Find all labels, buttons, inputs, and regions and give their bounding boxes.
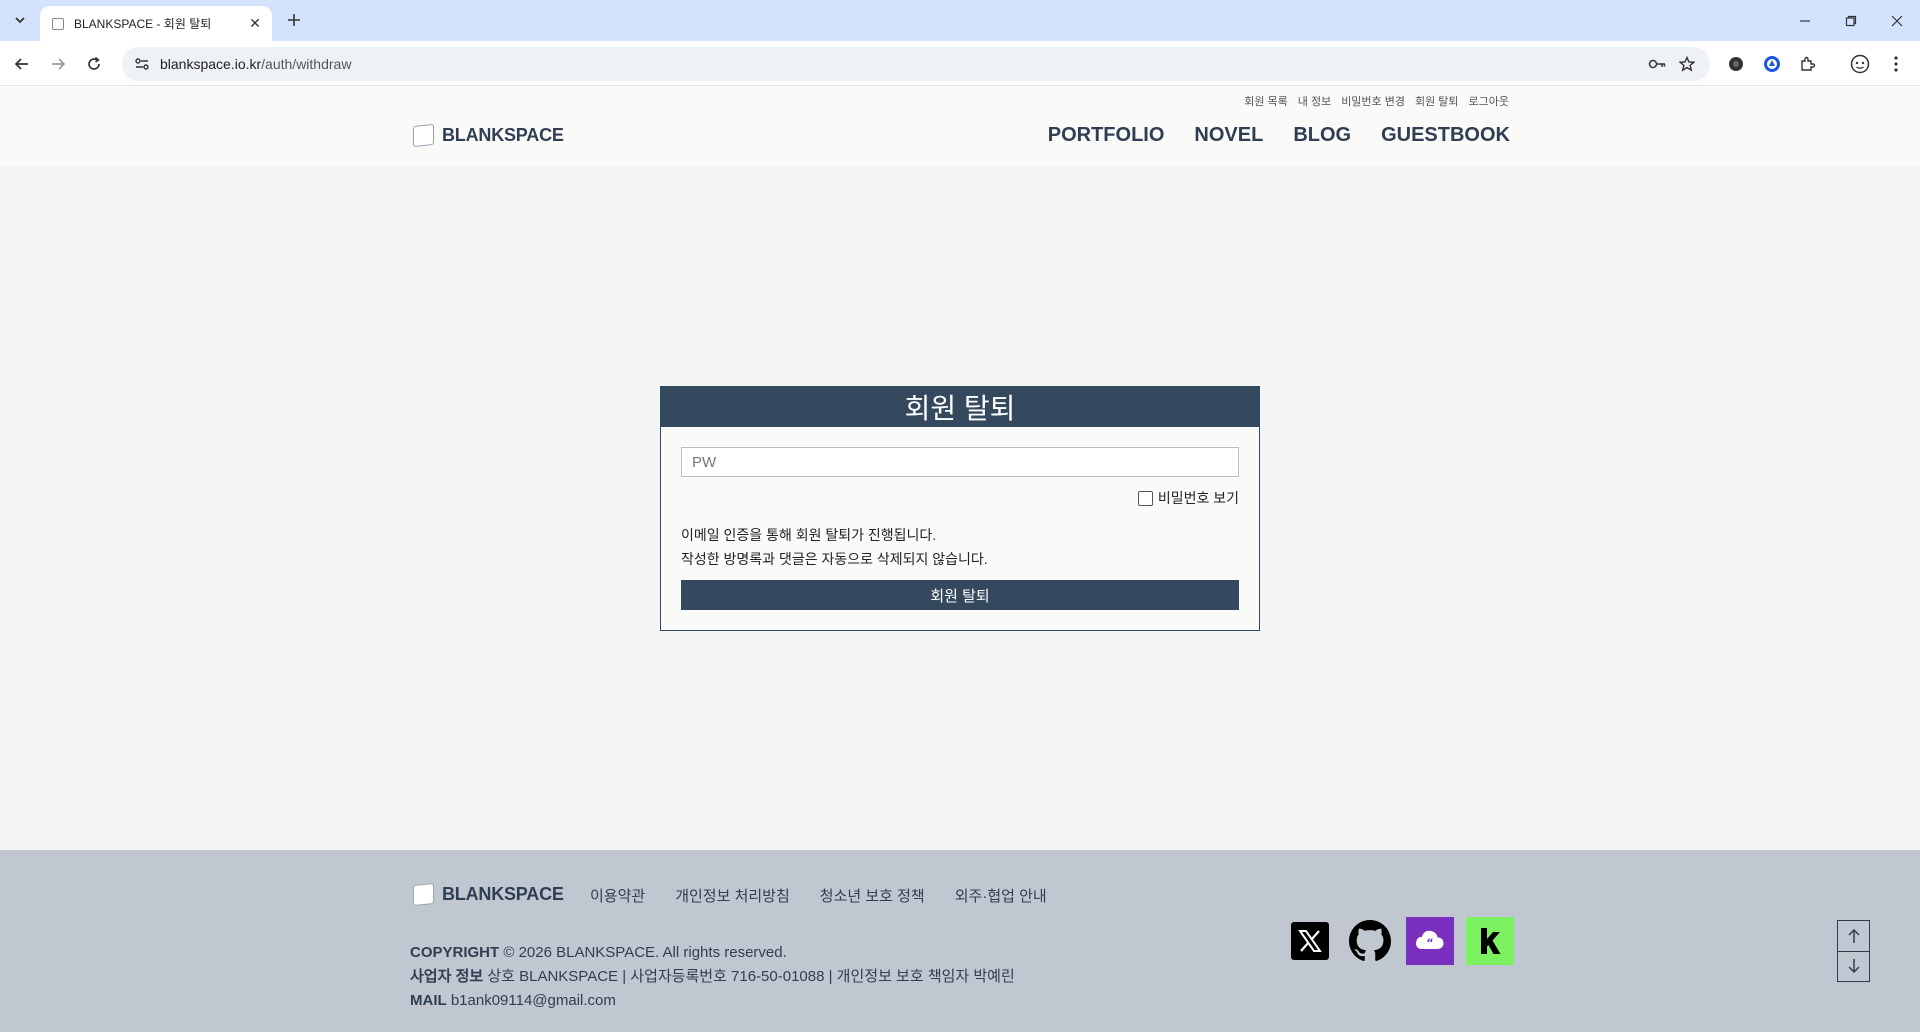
show-password-checkbox[interactable]: [1137, 490, 1153, 506]
chevron-down-icon: [15, 17, 25, 24]
show-password-label: 비밀번호 보기: [1157, 490, 1239, 506]
x-icon[interactable]: [1286, 917, 1334, 965]
tab-title: BLANKSPACE - 회원 탈퇴: [74, 17, 212, 31]
arrow-up-icon: [1847, 928, 1860, 943]
arrow-down-icon: [1847, 959, 1860, 974]
minimize-button[interactable]: [1782, 0, 1828, 41]
nav-blog[interactable]: BLOG: [1293, 124, 1351, 147]
logo-text: BLANKSPACE: [442, 125, 564, 145]
url-host: blankspace.io.kr: [160, 56, 262, 72]
user-menu-change-password[interactable]: 비밀번호 변경: [1341, 93, 1405, 109]
arrow-right-icon: [52, 58, 66, 70]
extension-blue-icon[interactable]: [1758, 50, 1786, 78]
business-line: 사업자 정보 상호 BLANKSPACE | 사업자등록번호 716-50-01…: [410, 965, 1015, 989]
footer-links: 이용약관 개인정보 처리방침 청소년 보호 정책 외주·협업 안내: [590, 885, 1047, 906]
social-links: “: [1286, 917, 1514, 965]
nav-guestbook[interactable]: GUESTBOOK: [1381, 124, 1510, 147]
reload-button[interactable]: [80, 50, 108, 78]
footer-link-collab[interactable]: 외주·협업 안내: [955, 885, 1047, 906]
mail-line: MAIL b1ank09114@gmail.com: [410, 989, 1015, 1013]
restore-button[interactable]: [1828, 0, 1874, 41]
withdraw-notice: 이메일 인증을 통해 회원 탈퇴가 진행됩니다. 작성한 방명록과 댓글은 자동…: [681, 523, 988, 571]
user-menu-logout[interactable]: 로그아웃: [1469, 93, 1509, 109]
tab-close-icon[interactable]: ✕: [246, 15, 264, 33]
close-window-button[interactable]: [1874, 0, 1920, 41]
site-info-icon[interactable]: [130, 52, 154, 76]
main-nav: PORTFOLIO NOVEL BLOG GUESTBOOK: [1048, 124, 1510, 147]
close-icon: [1891, 15, 1903, 26]
tab-search-button[interactable]: [8, 8, 32, 32]
profile-avatar-icon[interactable]: [1846, 50, 1874, 78]
github-icon[interactable]: [1346, 917, 1394, 965]
site-logo[interactable]: BLANKSPACE: [413, 123, 564, 148]
notice-line-comments: 작성한 방명록과 댓글은 자동으로 삭제되지 않습니다.: [681, 551, 988, 567]
extension-dark-icon[interactable]: [1722, 50, 1750, 78]
withdraw-card: 회원 탈퇴 비밀번호 보기 이메일 인증을 통해 회원 탈퇴가 진행됩니다. 작…: [660, 386, 1260, 631]
footer-logo-text: BLANKSPACE: [442, 884, 564, 904]
site-header: 회원 목록 내 정보 비밀번호 변경 회원 탈퇴 로그아웃 BLANKSPACE…: [0, 86, 1920, 166]
copyright-text: © 2026 BLANKSPACE. All rights reserved.: [503, 944, 787, 961]
minimize-icon: [1800, 19, 1810, 22]
withdraw-submit-button[interactable]: 회원 탈퇴: [681, 580, 1239, 610]
withdraw-title: 회원 탈퇴: [661, 387, 1259, 427]
user-menu-withdraw[interactable]: 회원 탈퇴: [1415, 93, 1459, 109]
tab-favicon-icon: [52, 17, 64, 30]
site-footer: BLANKSPACE 이용약관 개인정보 처리방침 청소년 보호 정책 외주·협…: [0, 850, 1920, 1032]
scroll-buttons: [1837, 920, 1870, 982]
copyright-line: COPYRIGHT © 2026 BLANKSPACE. All rights …: [410, 941, 1015, 965]
nav-portfolio[interactable]: PORTFOLIO: [1048, 124, 1165, 147]
window-controls: [1782, 0, 1920, 41]
user-menu-my-info[interactable]: 내 정보: [1298, 93, 1331, 109]
footer-link-privacy[interactable]: 개인정보 처리방침: [675, 885, 790, 906]
extensions-puzzle-icon[interactable]: [1794, 50, 1822, 78]
url-path: /auth/withdraw: [261, 56, 352, 72]
business-text: 상호 BLANKSPACE | 사업자등록번호 716-50-01088 | 개…: [487, 968, 1015, 985]
mail-text: b1ank09114@gmail.com: [450, 992, 616, 1009]
scroll-bottom-button[interactable]: [1838, 952, 1869, 982]
user-menu: 회원 목록 내 정보 비밀번호 변경 회원 탈퇴 로그아웃: [1244, 93, 1509, 109]
copyright-label: COPYRIGHT: [410, 944, 500, 961]
address-bar[interactable]: blankspace.io.kr/auth/withdraw: [122, 47, 1710, 81]
password-input[interactable]: [681, 447, 1239, 477]
bookmark-star-icon[interactable]: [1672, 49, 1702, 79]
back-button[interactable]: [8, 50, 36, 78]
browser-toolbar: blankspace.io.kr/auth/withdraw: [0, 41, 1920, 86]
footer-logo[interactable]: BLANKSPACE: [413, 882, 564, 907]
notice-line-email: 이메일 인증을 통해 회원 탈퇴가 진행됩니다.: [681, 527, 937, 543]
browser-tabbar: BLANKSPACE - 회원 탈퇴 ✕: [0, 0, 1920, 41]
restore-icon: [1845, 15, 1857, 26]
footer-link-terms[interactable]: 이용약관: [590, 885, 645, 906]
password-key-icon[interactable]: [1642, 49, 1672, 79]
svg-text:“: “: [1426, 937, 1433, 950]
arrow-left-icon: [14, 58, 28, 70]
footer-link-youth-policy[interactable]: 청소년 보호 정책: [820, 885, 925, 906]
scroll-top-button[interactable]: [1838, 921, 1869, 952]
nav-novel[interactable]: NOVEL: [1194, 124, 1263, 147]
footer-info: COPYRIGHT © 2026 BLANKSPACE. All rights …: [410, 941, 1015, 1013]
browser-tab-active[interactable]: BLANKSPACE - 회원 탈퇴 ✕: [40, 6, 272, 41]
kakao-k-icon[interactable]: [1466, 917, 1514, 965]
forward-button[interactable]: [44, 50, 72, 78]
show-password-toggle[interactable]: 비밀번호 보기: [1137, 488, 1239, 508]
browser-menu-icon[interactable]: [1882, 50, 1910, 78]
reload-icon: [88, 56, 100, 70]
new-tab-button[interactable]: [282, 8, 306, 32]
mail-label: MAIL: [410, 992, 447, 1009]
chat-icon[interactable]: “: [1406, 917, 1454, 965]
business-label: 사업자 정보: [410, 968, 484, 985]
url-text: blankspace.io.kr/auth/withdraw: [160, 56, 1642, 72]
logo-mark-icon: [413, 123, 434, 148]
user-menu-member-list[interactable]: 회원 목록: [1244, 93, 1288, 109]
plus-icon: [288, 14, 300, 26]
footer-logo-mark-icon: [413, 882, 434, 907]
